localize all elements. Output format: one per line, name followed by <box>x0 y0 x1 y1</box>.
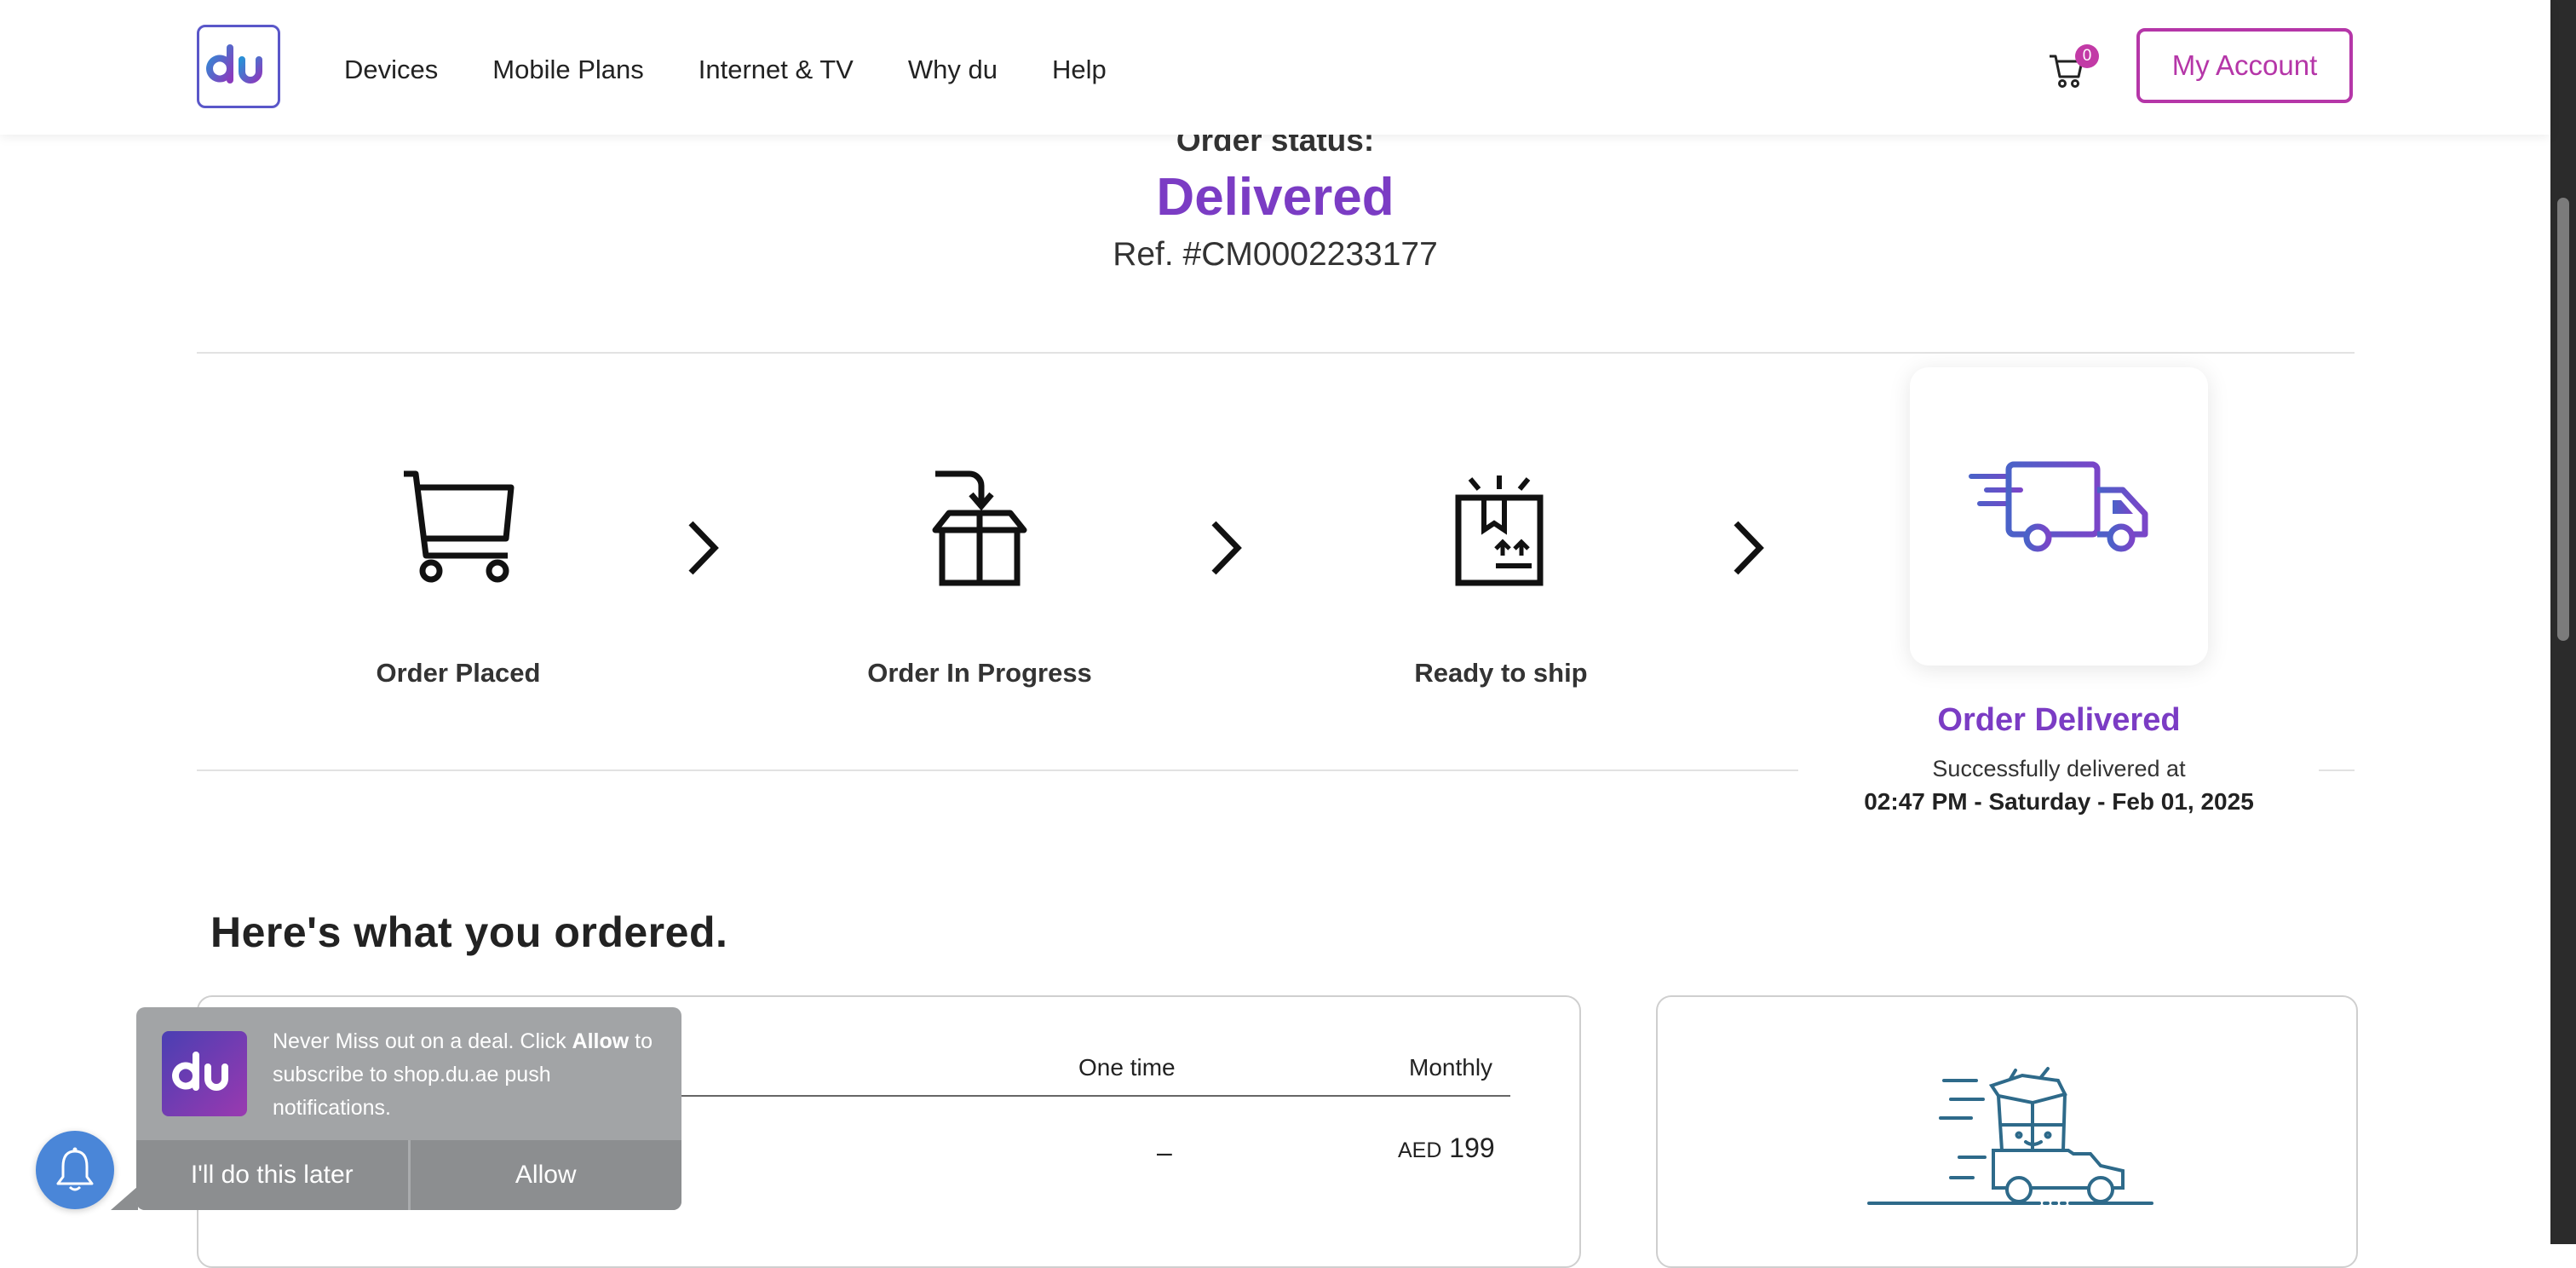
gift-truck-illustration <box>1867 1067 2153 1205</box>
table-header-line <box>664 1095 1510 1097</box>
delivered-subtitle: Successfully delivered at <box>1932 756 2186 781</box>
cart-icon <box>404 470 515 583</box>
step-order-delivered: Order Delivered <box>1937 702 2181 738</box>
one-time-price: – <box>1157 1137 1172 1167</box>
package-icon <box>1455 476 1544 586</box>
du-logo-icon <box>162 1031 247 1116</box>
site-header: Devices Mobile Plans Internet & TV Why d… <box>0 0 2550 135</box>
nav-why-du[interactable]: Why du <box>908 55 998 85</box>
truck-icon <box>1969 461 2148 552</box>
du-logo-mark <box>172 1052 228 1091</box>
bell-icon <box>56 1147 94 1191</box>
push-notification-prompt: Never Miss out on a deal. Click Allow to… <box>136 1007 681 1210</box>
push-buttons: I'll do this later Allow <box>136 1140 681 1210</box>
push-message-part-1: Never Miss out on a deal. Click <box>273 1029 572 1053</box>
nav-help[interactable]: Help <box>1052 55 1107 85</box>
du-logo-icon <box>206 44 262 84</box>
column-header-one-time: One time <box>1078 1054 1176 1081</box>
delivered-timestamp: 02:47 PM - Saturday - Feb 01, 2025 <box>1864 788 2254 815</box>
chevron-right-icon <box>1211 521 1242 575</box>
divider-bottom <box>197 769 1798 771</box>
chevron-right-icon <box>688 521 719 575</box>
step-ready-to-ship: Ready to ship <box>1414 658 1588 688</box>
gift-delivery-card <box>1656 995 2358 1268</box>
delivered-card <box>1910 367 2208 666</box>
currency-label: AED <box>1398 1138 1442 1162</box>
step-order-placed: Order Placed <box>376 658 541 688</box>
chevron-right-icon <box>1734 521 1764 575</box>
allow-button[interactable]: Allow <box>407 1140 682 1210</box>
column-header-monthly: Monthly <box>1409 1054 1493 1081</box>
monthly-amount: 199 <box>1449 1133 1495 1163</box>
order-reference: Ref. #CM0002233177 <box>1113 236 1438 273</box>
my-account-button[interactable]: My Account <box>2136 28 2353 103</box>
notification-bell-button[interactable] <box>36 1131 114 1209</box>
popup-pointer <box>111 1186 138 1210</box>
order-status-value: Delivered <box>1156 168 1394 227</box>
order-summary-title: Here's what you ordered. <box>210 908 728 956</box>
divider-top <box>197 352 2355 354</box>
cart-count-badge: 0 <box>2075 44 2099 68</box>
divider-bottom-right <box>2319 769 2355 771</box>
step-order-in-progress: Order In Progress <box>867 658 1092 688</box>
box-icon <box>932 470 1027 586</box>
push-message: Never Miss out on a deal. Click Allow to… <box>273 1025 664 1125</box>
du-logo[interactable] <box>197 25 280 108</box>
do-this-later-button[interactable]: I'll do this later <box>136 1140 408 1210</box>
nav-mobile-plans[interactable]: Mobile Plans <box>492 55 643 85</box>
nav-internet-tv[interactable]: Internet & TV <box>699 55 854 85</box>
nav-devices[interactable]: Devices <box>344 55 438 85</box>
main-nav: Devices Mobile Plans Internet & TV Why d… <box>344 0 1107 140</box>
scrollbar-thumb[interactable] <box>2557 198 2569 641</box>
monthly-price: AED 199 <box>1398 1133 1495 1164</box>
push-message-allow: Allow <box>572 1029 630 1053</box>
